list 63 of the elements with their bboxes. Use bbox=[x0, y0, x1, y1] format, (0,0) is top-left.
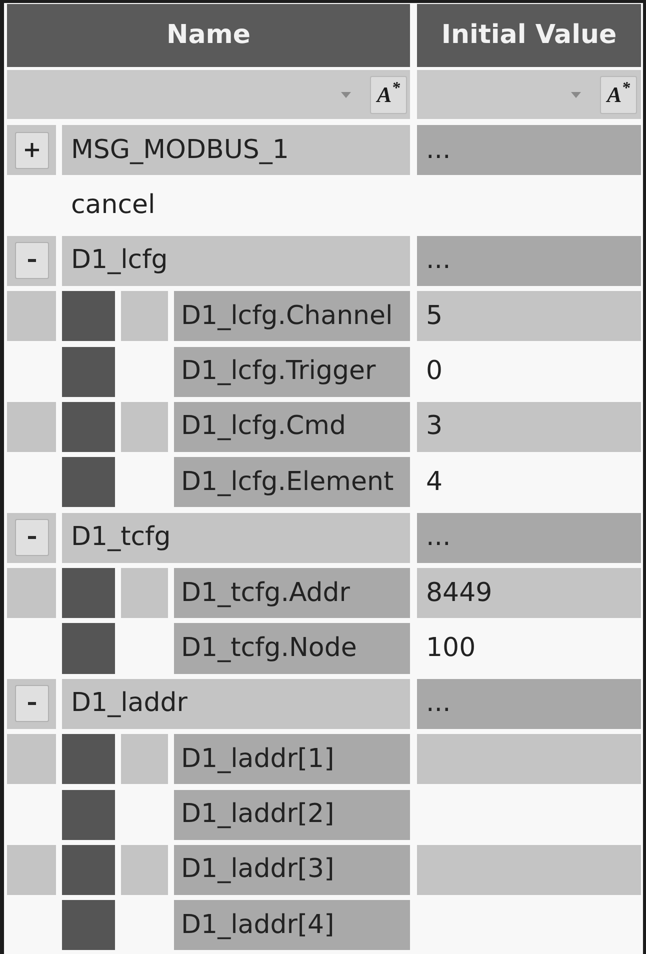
indent-spacer-cell bbox=[121, 734, 168, 784]
filter-options-button[interactable]: A$^{*}$ bbox=[370, 76, 407, 114]
collapse-button[interactable] bbox=[14, 685, 48, 722]
dropdown-caret-icon bbox=[341, 92, 351, 98]
name-cell[interactable]: D1_lcfg bbox=[62, 236, 410, 286]
row-header-cell bbox=[7, 844, 56, 896]
name-cell[interactable]: D1_lcfg.Cmd bbox=[174, 402, 410, 452]
value-cell[interactable]: 4 bbox=[417, 462, 446, 502]
indent-spacer-cell bbox=[121, 568, 168, 618]
indent-spacer-cell bbox=[121, 291, 168, 342]
indent-cell bbox=[62, 568, 115, 618]
value-cell[interactable]: ... bbox=[417, 678, 641, 729]
column-header[interactable]: Name bbox=[7, 4, 410, 67]
value-cell[interactable]: ... bbox=[417, 125, 641, 176]
collapse-button[interactable] bbox=[14, 242, 48, 280]
indent-spacer-cell bbox=[121, 844, 168, 896]
name-cell[interactable]: D1_laddr[4] bbox=[174, 900, 410, 950]
indent-spacer-cell bbox=[121, 402, 168, 452]
column-header[interactable]: Initial Value bbox=[417, 4, 641, 67]
name-cell[interactable]: D1_laddr[3] bbox=[174, 844, 410, 896]
value-cell[interactable]: ... bbox=[417, 236, 641, 286]
name-cell[interactable]: D1_laddr[1] bbox=[174, 734, 410, 784]
name-cell[interactable]: MSG_MODBUS_1 bbox=[62, 125, 410, 176]
filter-field[interactable]: A$^{*}$ bbox=[7, 70, 410, 119]
indent-cell bbox=[62, 900, 115, 950]
indent-cell bbox=[62, 790, 115, 840]
name-cell[interactable]: D1_lcfg.Trigger bbox=[174, 346, 410, 397]
minus-icon bbox=[28, 259, 36, 262]
name-cell[interactable]: cancel bbox=[62, 186, 158, 225]
name-cell[interactable]: D1_tcfg.Addr bbox=[174, 568, 410, 618]
filter-field[interactable]: A$^{*}$ bbox=[417, 70, 641, 119]
indent-cell bbox=[62, 844, 115, 896]
value-cell[interactable]: 0 bbox=[417, 352, 446, 392]
name-cell[interactable]: D1_laddr[2] bbox=[174, 790, 410, 840]
indent-cell bbox=[62, 402, 115, 452]
name-cell[interactable]: D1_lcfg.Channel bbox=[174, 291, 410, 342]
dropdown-caret-icon bbox=[571, 92, 581, 98]
row-header-cell bbox=[7, 402, 56, 452]
row-header-cell bbox=[7, 568, 56, 618]
plus-icon bbox=[24, 143, 38, 158]
name-cell[interactable]: D1_laddr bbox=[62, 678, 410, 729]
value-cell[interactable]: 3 bbox=[417, 402, 641, 452]
indent-cell bbox=[62, 623, 115, 674]
value-cell[interactable] bbox=[417, 734, 641, 784]
expand-button[interactable] bbox=[14, 132, 48, 169]
value-cell[interactable] bbox=[417, 844, 641, 896]
value-cell[interactable]: ... bbox=[417, 512, 641, 563]
value-cell[interactable]: 100 bbox=[417, 628, 479, 668]
minus-icon bbox=[28, 536, 36, 540]
name-cell[interactable]: D1_lcfg.Element bbox=[174, 457, 410, 508]
value-cell[interactable]: 8449 bbox=[417, 568, 641, 618]
row-header-cell bbox=[7, 291, 56, 342]
filter-options-button[interactable]: A$^{*}$ bbox=[600, 76, 637, 114]
minus-icon bbox=[28, 702, 36, 706]
value-cell[interactable]: 5 bbox=[417, 291, 641, 342]
indent-cell bbox=[62, 457, 115, 508]
indent-cell bbox=[62, 346, 115, 397]
name-cell[interactable]: D1_tcfg bbox=[62, 512, 410, 563]
collapse-button[interactable] bbox=[14, 519, 48, 556]
row-header-cell bbox=[7, 734, 56, 784]
indent-cell bbox=[62, 734, 115, 784]
indent-cell bbox=[62, 291, 115, 342]
name-cell[interactable]: D1_tcfg.Node bbox=[174, 623, 410, 674]
